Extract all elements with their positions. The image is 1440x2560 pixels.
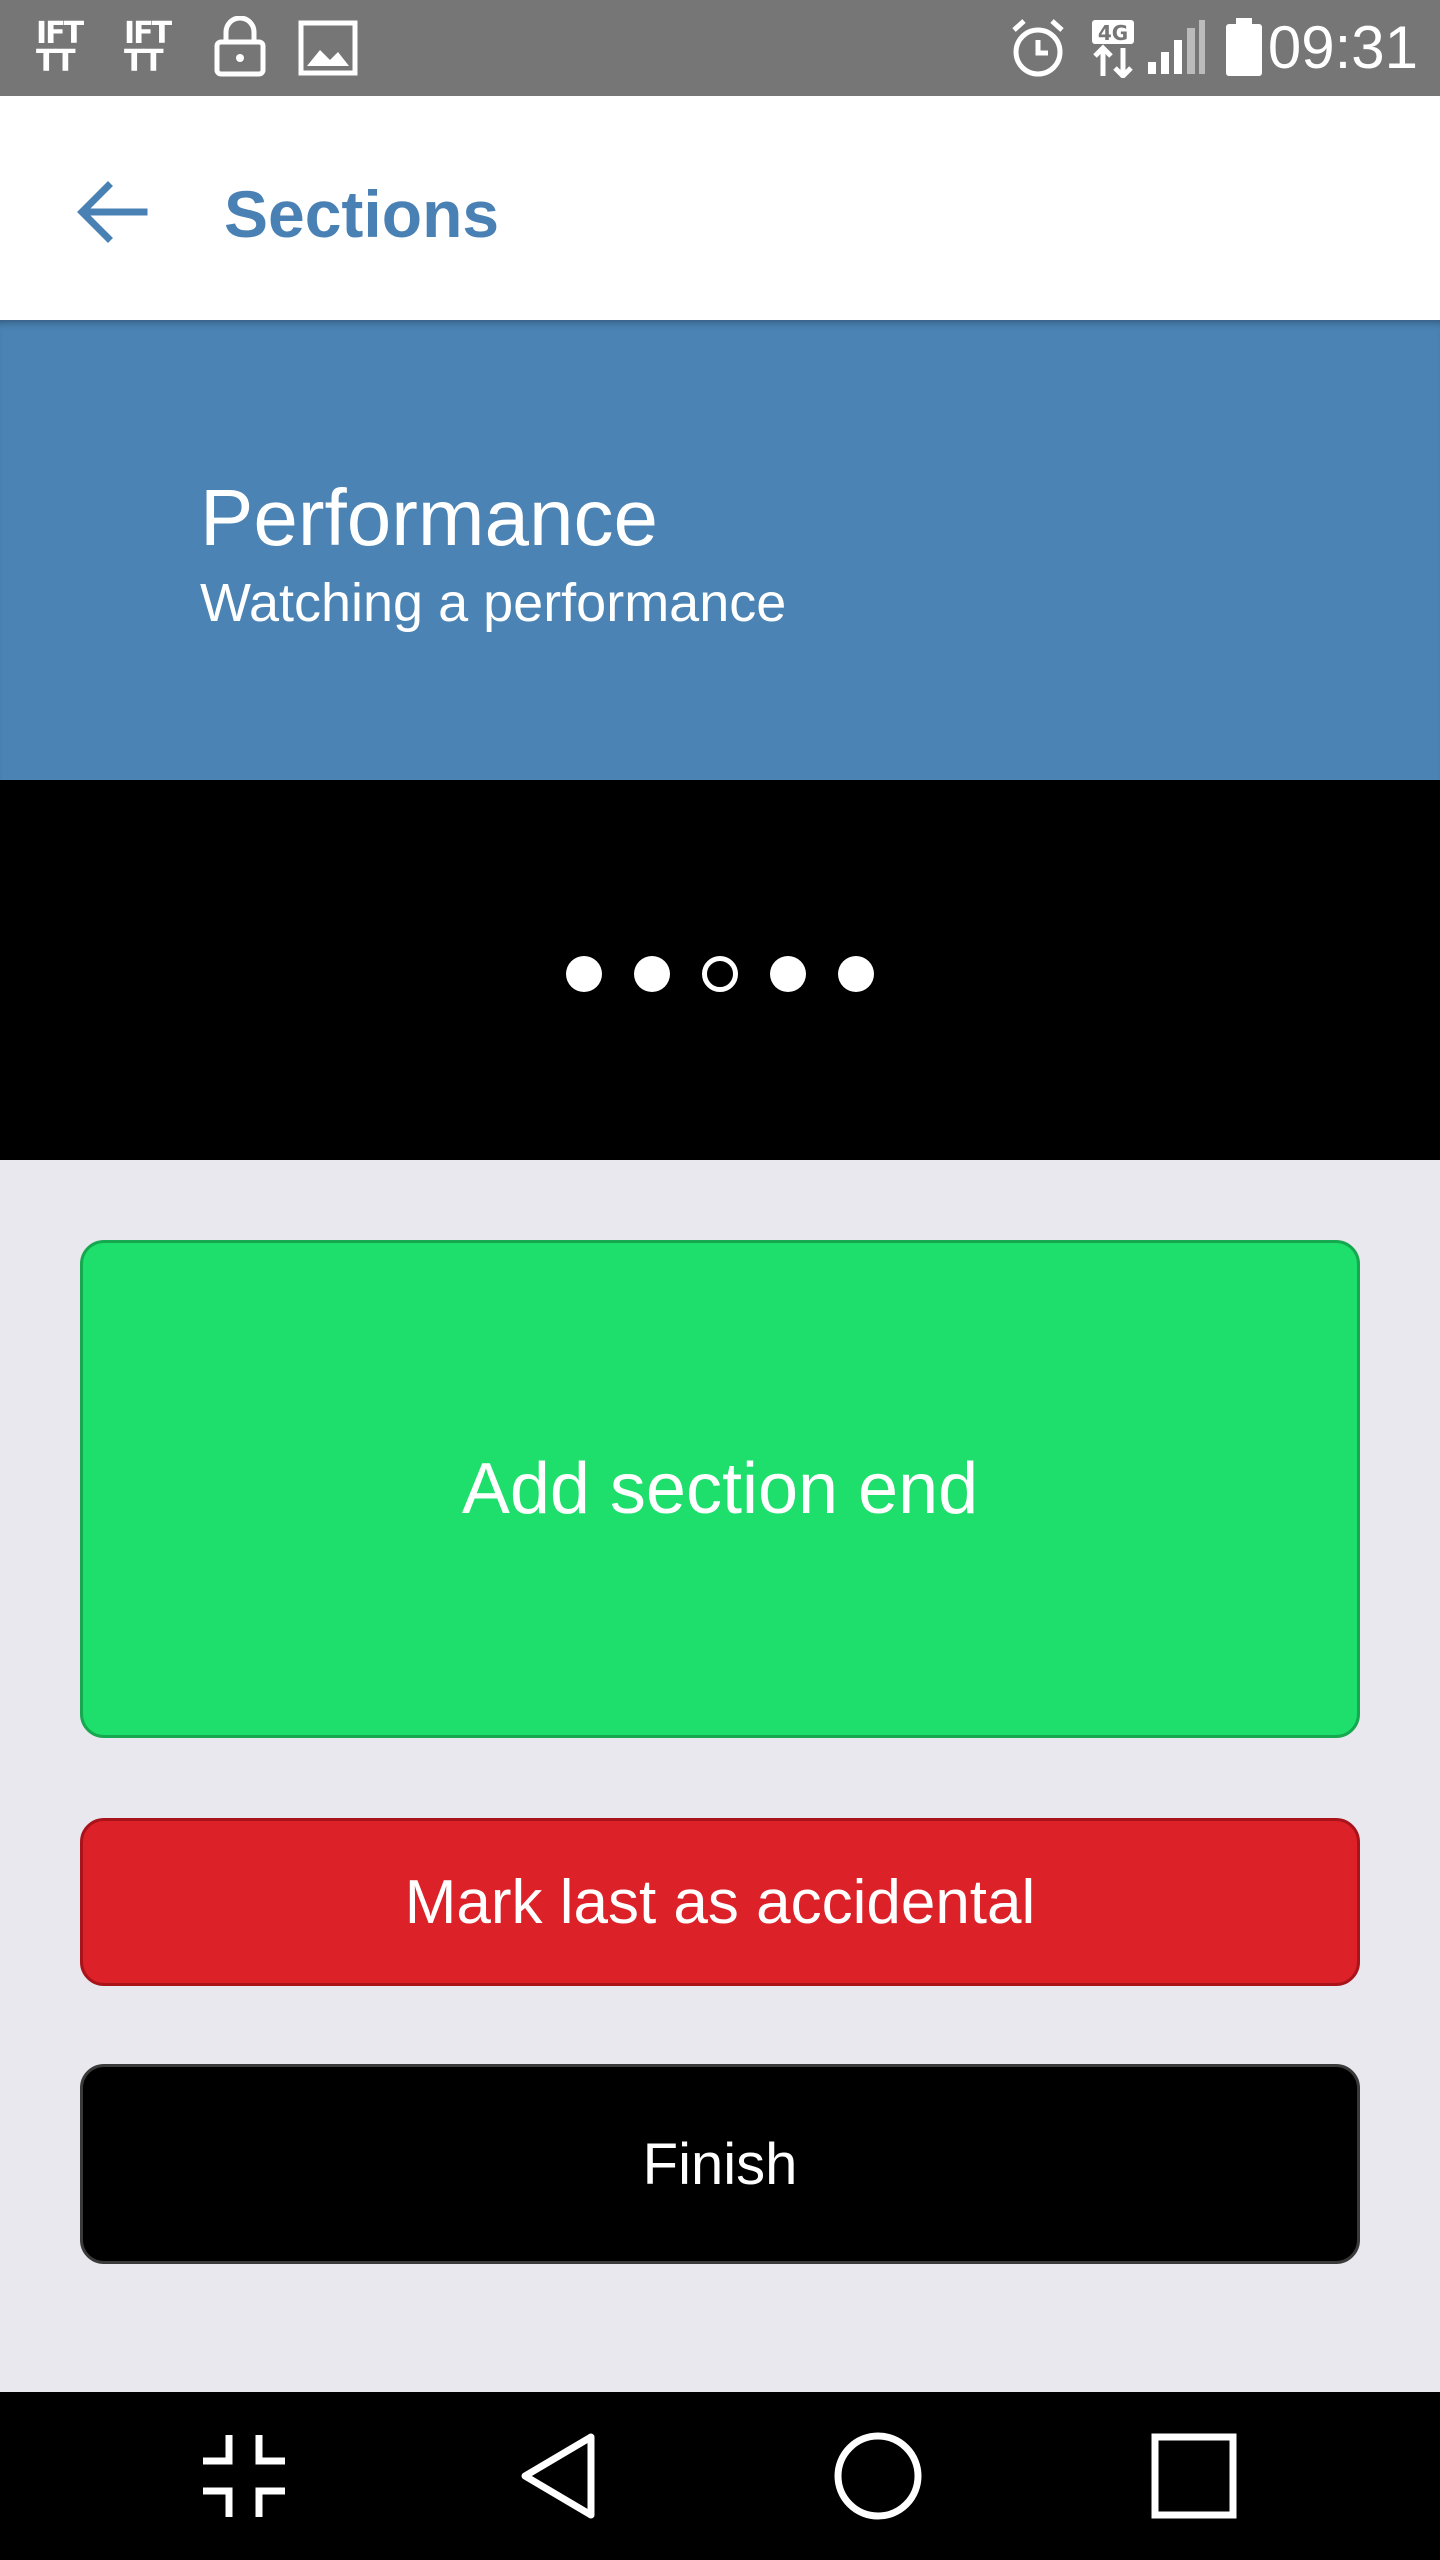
back-nav-button[interactable] [510,2426,610,2526]
page-dot[interactable] [566,956,602,992]
recents-button[interactable] [1144,2426,1244,2526]
page-dot-active[interactable] [702,956,738,992]
collapse-icon [203,2435,285,2517]
section-header: Performance Watching a performance [0,320,1440,780]
page-dot[interactable] [838,956,874,992]
arrow-left-icon [77,181,148,243]
network-4g-icon: 4G [1090,18,1136,83]
status-bar: IFT TT IFT TT 4G 09:31 [0,0,1440,96]
recents-square-icon [1151,2433,1237,2519]
back-button[interactable] [62,162,162,262]
page-dot[interactable] [634,956,670,992]
image-icon [298,20,358,81]
app-bar: Sections [0,96,1440,320]
page-indicator [0,956,1440,992]
signal-icon [1146,18,1206,81]
ifttt-icon: IFT TT [36,16,84,79]
section-subtitle: Watching a performance [200,573,787,633]
finish-button[interactable]: Finish [80,2064,1360,2264]
lock-icon [212,15,268,83]
status-time: 09:31 [1267,14,1418,81]
battery-icon [1224,16,1264,83]
section-title: Performance [200,473,658,562]
navigation-bar [0,2392,1440,2560]
add-section-end-button[interactable]: Add section end [80,1240,1360,1738]
actions-panel: Add section end Mark last as accidental … [0,1160,1440,2392]
collapse-button[interactable] [194,2426,294,2526]
home-button[interactable] [828,2426,928,2526]
page-title: Sections [224,177,500,251]
mark-accidental-button[interactable]: Mark last as accidental [80,1818,1360,1986]
home-circle-icon [834,2432,922,2520]
pager-area[interactable] [0,780,1440,1160]
svg-text:4G: 4G [1098,21,1128,45]
back-triangle-icon [521,2433,595,2519]
ifttt-icon: IFT TT [124,16,172,79]
alarm-icon [1008,16,1068,85]
page-dot[interactable] [770,956,806,992]
